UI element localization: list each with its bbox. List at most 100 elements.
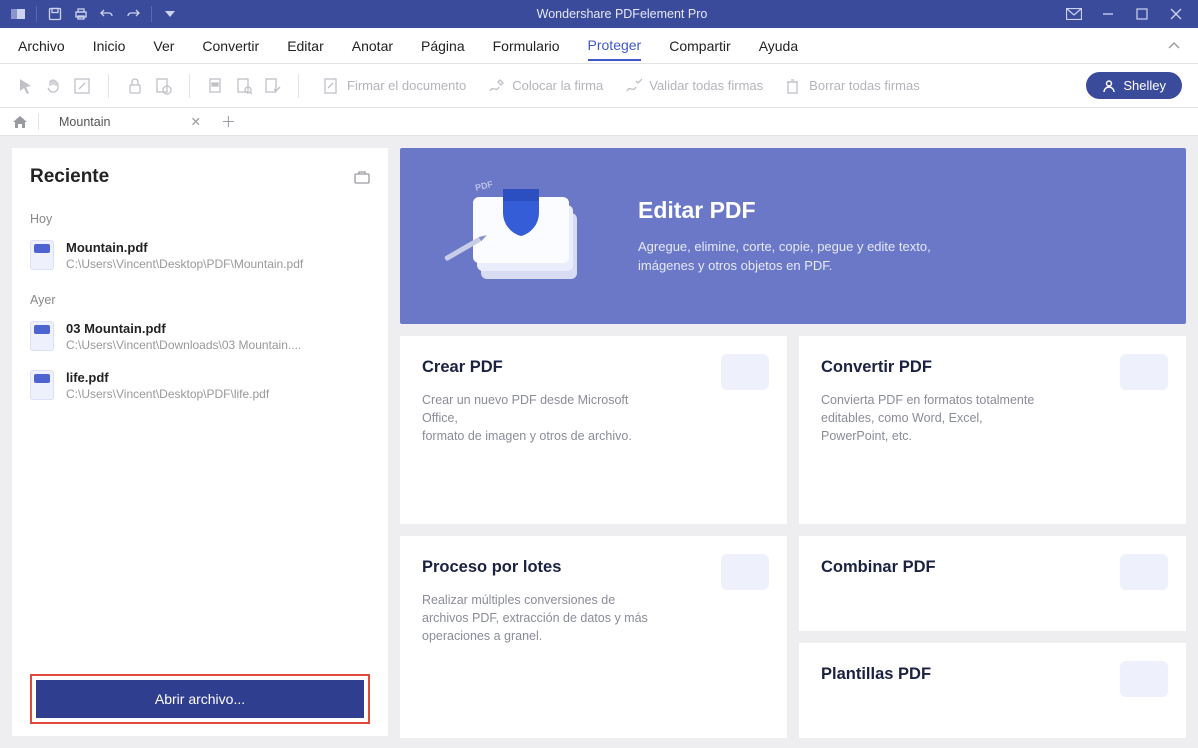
app-logo-icon xyxy=(10,6,26,22)
edit-pdf-desc: Agregue, elimine, corte, copie, pegue y … xyxy=(638,238,938,276)
card-desc: Crear un nuevo PDF desde Microsoft Offic… xyxy=(422,391,652,445)
close-icon[interactable] xyxy=(1168,6,1184,22)
file-path: C:\Users\Vincent\Desktop\PDF\life.pdf xyxy=(66,387,269,401)
recent-file-item[interactable]: Mountain.pdf C:\Users\Vincent\Desktop\PD… xyxy=(30,234,370,283)
file-name: 03 Mountain.pdf xyxy=(66,321,301,336)
user-icon xyxy=(1102,79,1116,93)
file-path: C:\Users\Vincent\Desktop\PDF\Mountain.pd… xyxy=(66,257,303,271)
card-title: Crear PDF xyxy=(422,358,765,377)
menu-anotar[interactable]: Anotar xyxy=(352,32,393,60)
open-file-highlight: Abrir archivo... xyxy=(30,674,370,724)
new-tab-icon[interactable]: ＋ xyxy=(221,111,236,132)
edit-pdf-card[interactable]: PDF Editar PDF Agregue, elimine, corte, … xyxy=(400,148,1186,324)
toolbar: Firmar el documento Colocar la firma Val… xyxy=(0,64,1198,108)
separator xyxy=(108,74,109,98)
mail-icon[interactable] xyxy=(1066,6,1082,22)
briefcase-icon[interactable] xyxy=(354,170,370,184)
search-redact-icon[interactable] xyxy=(234,76,254,96)
separator xyxy=(151,6,152,22)
delete-signatures-label: Borrar todas firmas xyxy=(809,78,920,93)
permissions-icon[interactable] xyxy=(153,76,173,96)
edit-tool-icon[interactable] xyxy=(72,76,92,96)
combine-pdf-card[interactable]: Combinar PDF xyxy=(799,536,1186,631)
document-tab[interactable]: Mountain ✕ xyxy=(49,110,211,133)
menu-compartir[interactable]: Compartir xyxy=(669,32,730,60)
home-icon[interactable] xyxy=(12,115,28,129)
edit-pdf-title: Editar PDF xyxy=(638,197,938,224)
delete-signatures-button[interactable]: Borrar todas firmas xyxy=(777,72,926,100)
batch-icon xyxy=(721,554,769,590)
select-tool-icon[interactable] xyxy=(16,76,36,96)
templates-pdf-card[interactable]: Plantillas PDF xyxy=(799,643,1186,738)
menubar: Archivo Inicio Ver Convertir Editar Anot… xyxy=(0,28,1198,64)
open-file-button[interactable]: Abrir archivo... xyxy=(36,680,364,718)
place-signature-icon xyxy=(486,76,506,96)
collapse-ribbon-icon[interactable] xyxy=(1168,41,1180,51)
edit-pdf-illustration-icon: PDF xyxy=(428,166,618,306)
menu-convertir[interactable]: Convertir xyxy=(202,32,259,60)
redact-icon[interactable] xyxy=(206,76,226,96)
start-page: Reciente Hoy Mountain.pdf C:\Users\Vince… xyxy=(0,136,1198,748)
user-name: Shelley xyxy=(1123,78,1166,93)
menu-editar[interactable]: Editar xyxy=(287,32,324,60)
apply-redact-icon[interactable] xyxy=(262,76,282,96)
redo-icon[interactable] xyxy=(125,6,141,22)
separator xyxy=(298,74,299,98)
menu-ver[interactable]: Ver xyxy=(153,32,174,60)
hand-tool-icon[interactable] xyxy=(44,76,64,96)
lock-icon[interactable] xyxy=(125,76,145,96)
card-title: Convertir PDF xyxy=(821,358,1164,377)
convert-pdf-card[interactable]: Convertir PDF Convierta PDF en formatos … xyxy=(799,336,1186,524)
validate-label: Validar todas firmas xyxy=(649,78,763,93)
svg-text:PDF: PDF xyxy=(474,179,494,193)
separator xyxy=(189,74,190,98)
titlebar: Wondershare PDFelement Pro xyxy=(0,0,1198,28)
menu-archivo[interactable]: Archivo xyxy=(18,32,65,60)
pdf-file-icon xyxy=(30,240,54,270)
recent-title: Reciente xyxy=(30,166,109,188)
create-pdf-icon xyxy=(721,354,769,390)
menu-inicio[interactable]: Inicio xyxy=(93,32,126,60)
separator xyxy=(38,114,39,130)
minimize-icon[interactable] xyxy=(1100,6,1116,22)
dropdown-icon[interactable] xyxy=(162,6,178,22)
menu-ayuda[interactable]: Ayuda xyxy=(759,32,798,60)
validate-signatures-button[interactable]: Validar todas firmas xyxy=(617,72,769,100)
recent-panel: Reciente Hoy Mountain.pdf C:\Users\Vince… xyxy=(12,148,388,736)
pdf-file-icon xyxy=(30,370,54,400)
day-label: Hoy xyxy=(30,212,370,226)
batch-process-card[interactable]: Proceso por lotes Realizar múltiples con… xyxy=(400,536,787,738)
separator xyxy=(36,6,37,22)
quick-actions: PDF Editar PDF Agregue, elimine, corte, … xyxy=(400,148,1186,736)
tab-title: Mountain xyxy=(59,115,110,129)
menu-formulario[interactable]: Formulario xyxy=(493,32,560,60)
window-title: Wondershare PDFelement Pro xyxy=(178,7,1066,21)
document-tabbar: Mountain ✕ ＋ xyxy=(0,108,1198,136)
templates-icon xyxy=(1120,661,1168,697)
user-account-button[interactable]: Shelley xyxy=(1086,72,1182,99)
card-desc: Realizar múltiples conversiones de archi… xyxy=(422,591,652,645)
close-tab-icon[interactable]: ✕ xyxy=(190,114,200,129)
save-icon[interactable] xyxy=(47,6,63,22)
card-title: Combinar PDF xyxy=(821,558,1164,577)
sign-document-label: Firmar el documento xyxy=(347,78,466,93)
delete-signatures-icon xyxy=(783,76,803,96)
validate-icon xyxy=(623,76,643,96)
combine-icon xyxy=(1120,554,1168,590)
file-path: C:\Users\Vincent\Downloads\03 Mountain..… xyxy=(66,338,301,352)
place-signature-label: Colocar la firma xyxy=(512,78,603,93)
recent-file-item[interactable]: life.pdf C:\Users\Vincent\Desktop\PDF\li… xyxy=(30,364,370,413)
undo-icon[interactable] xyxy=(99,6,115,22)
menu-pagina[interactable]: Página xyxy=(421,32,465,60)
place-signature-button[interactable]: Colocar la firma xyxy=(480,72,609,100)
card-desc: Convierta PDF en formatos totalmente edi… xyxy=(821,391,1051,445)
file-name: life.pdf xyxy=(66,370,269,385)
print-icon[interactable] xyxy=(73,6,89,22)
day-label: Ayer xyxy=(30,293,370,307)
create-pdf-card[interactable]: Crear PDF Crear un nuevo PDF desde Micro… xyxy=(400,336,787,524)
sign-document-button[interactable]: Firmar el documento xyxy=(315,72,472,100)
maximize-icon[interactable] xyxy=(1134,6,1150,22)
pdf-file-icon xyxy=(30,321,54,351)
menu-proteger[interactable]: Proteger xyxy=(588,31,642,61)
recent-file-item[interactable]: 03 Mountain.pdf C:\Users\Vincent\Downloa… xyxy=(30,315,370,364)
